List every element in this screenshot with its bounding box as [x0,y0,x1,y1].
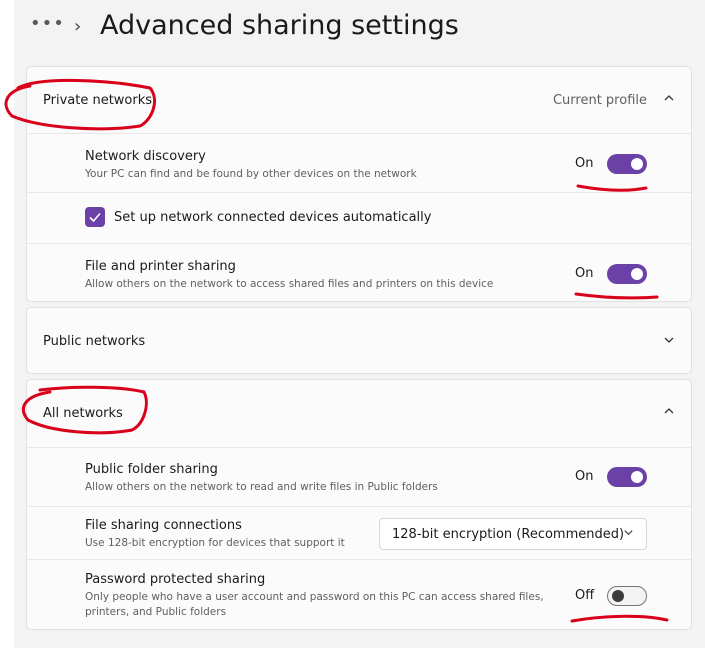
chevron-up-icon[interactable] [663,405,675,421]
all-networks-label: All networks [43,406,123,421]
auto-setup-label: Set up network connected devices automat… [114,210,432,225]
network-discovery-row: Network discovery Your PC can find and b… [27,134,691,192]
page-header: ••• › Advanced sharing settings [14,0,705,58]
public-folder-sharing-title: Public folder sharing [85,462,218,477]
password-protected-sharing-description-2: printers, and Public folders [85,606,227,618]
password-protected-sharing-toggle[interactable] [607,586,647,606]
file-printer-sharing-title: File and printer sharing [85,259,236,274]
chevron-down-icon[interactable] [663,334,675,350]
file-printer-sharing-row: File and printer sharing Allow others on… [27,244,691,302]
file-sharing-connections-title: File sharing connections [85,518,242,533]
password-protected-sharing-title: Password protected sharing [85,572,266,587]
encryption-dropdown-value: 128-bit encryption (Recommended) [392,527,625,542]
network-discovery-state: On [575,156,594,171]
network-discovery-description: Your PC can find and be found by other d… [85,168,417,180]
private-networks-header[interactable]: Private networks Current profile [27,67,691,133]
all-networks-card: All networks Public folder sharing Allow… [26,379,692,630]
public-folder-sharing-state: On [575,469,594,484]
file-printer-sharing-toggle[interactable] [607,264,647,284]
auto-setup-checkbox[interactable] [85,207,105,227]
page-title: Advanced sharing settings [100,10,459,41]
auto-setup-row: Set up network connected devices automat… [27,193,691,243]
public-folder-sharing-description: Allow others on the network to read and … [85,481,438,493]
chevron-right-icon: › [74,16,82,37]
password-protected-sharing-description-1: Only people who have a user account and … [85,591,544,603]
password-protected-sharing-state: Off [575,588,595,603]
network-discovery-toggle[interactable] [607,154,647,174]
encryption-dropdown[interactable]: 128-bit encryption (Recommended) [379,518,647,550]
more-icon[interactable]: ••• [30,13,65,34]
settings-window: ••• › Advanced sharing settings Private … [14,0,705,648]
chevron-down-icon [623,527,634,541]
private-networks-label: Private networks [43,93,153,108]
chevron-up-icon[interactable] [663,92,675,108]
public-folder-sharing-row: Public folder sharing Allow others on th… [27,448,691,506]
network-discovery-title: Network discovery [85,149,206,164]
file-sharing-connections-row: File sharing connections Use 128-bit enc… [27,507,691,559]
public-networks-label: Public networks [43,334,146,349]
checkmark-icon [89,212,101,223]
password-protected-sharing-row: Password protected sharing Only people w… [27,560,691,630]
all-networks-header[interactable]: All networks [27,380,691,447]
private-networks-card: Private networks Current profile Network… [26,66,692,302]
public-networks-card[interactable]: Public networks [26,307,692,374]
public-folder-sharing-toggle[interactable] [607,467,647,487]
file-printer-sharing-state: On [575,266,594,281]
file-printer-sharing-description: Allow others on the network to access sh… [85,278,494,290]
current-profile-label: Current profile [552,93,647,108]
